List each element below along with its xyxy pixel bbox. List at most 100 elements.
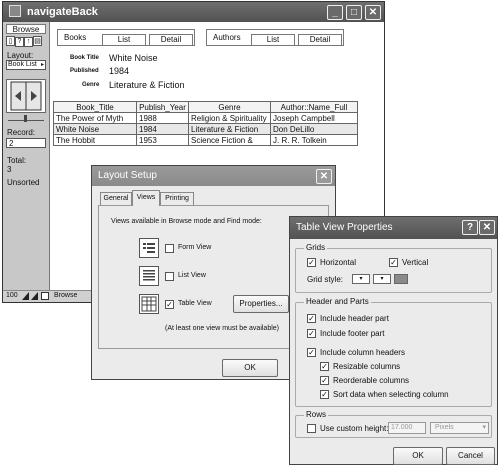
- app-icon: [9, 5, 21, 17]
- table-cell[interactable]: Literature & Fiction: [188, 123, 271, 135]
- table-row[interactable]: The Power of Myth 1988 Religion & Spirit…: [53, 112, 358, 124]
- layout-setup-title-bar[interactable]: Layout Setup ✕: [92, 166, 335, 186]
- table-view-properties-title-bar[interactable]: Table View Properties ? ✕: [290, 217, 497, 239]
- include-header-checkbox[interactable]: ✓: [307, 314, 316, 323]
- table-cell[interactable]: The Power of Myth: [53, 112, 137, 124]
- table-cell[interactable]: Religion & Spirituality: [188, 112, 271, 124]
- book-title-label: Book Title: [70, 55, 99, 61]
- mode-label[interactable]: Browse: [6, 24, 46, 34]
- line-style-dropdown[interactable]: ▾: [352, 274, 370, 284]
- browse-tool-icon[interactable]: ▯: [6, 36, 15, 46]
- form-view-icon: [139, 238, 159, 258]
- table-view-ok-button[interactable]: OK: [393, 447, 443, 465]
- maximize-button[interactable]: □: [346, 5, 362, 20]
- include-column-headers-label: Include column headers: [320, 348, 405, 357]
- authors-tab-title: Authors: [213, 33, 241, 42]
- table-cell[interactable]: Science Fiction &: [188, 134, 271, 146]
- tab-books-list[interactable]: List: [102, 34, 146, 46]
- sort-data-checkbox[interactable]: ✓: [320, 390, 329, 399]
- custom-height-checkbox[interactable]: [307, 424, 316, 433]
- layout-menu[interactable]: Book List ▸: [6, 60, 46, 70]
- bottom-mode-label[interactable]: Browse: [54, 292, 77, 299]
- zoom-level[interactable]: 100: [6, 292, 18, 299]
- grid-style-label: Grid style:: [307, 275, 344, 284]
- column-header[interactable]: Publish_Year: [136, 101, 189, 113]
- tab-authors-detail[interactable]: Detail: [298, 34, 342, 46]
- grids-group: Grids ✓ Horizontal ✓ Vertical Grid style…: [295, 243, 492, 293]
- table-view-cancel-button[interactable]: Cancel: [446, 447, 495, 465]
- table-row[interactable]: White Noise 1984 Literature & Fiction Do…: [53, 123, 358, 135]
- published-label: Published: [70, 68, 99, 74]
- chevron-down-icon: ▾: [380, 276, 384, 282]
- help-icon[interactable]: ?: [462, 220, 478, 235]
- book-icon: [10, 81, 42, 111]
- table-cell[interactable]: 1953: [136, 134, 189, 146]
- published-field[interactable]: 1984: [109, 66, 129, 76]
- table-cell[interactable]: 1984: [136, 123, 189, 135]
- vertical-grid-label: Vertical: [402, 258, 429, 267]
- preview-tool-icon[interactable]: ▤: [33, 36, 42, 46]
- layout-label: Layout:: [7, 51, 34, 60]
- record-slider[interactable]: [8, 115, 44, 122]
- authors-tab-panel: Authors List Detail: [206, 29, 344, 46]
- tab-general[interactable]: General: [100, 192, 132, 205]
- genre-field[interactable]: Literature & Fiction: [109, 80, 185, 90]
- table-view-icon: [139, 294, 159, 314]
- resizable-columns-checkbox[interactable]: ✓: [320, 362, 329, 371]
- include-header-label: Include header part: [320, 314, 389, 323]
- column-header[interactable]: Genre: [188, 101, 271, 113]
- table-cell[interactable]: Don DeLillo: [270, 123, 358, 135]
- include-column-headers-checkbox[interactable]: ✓: [307, 348, 316, 357]
- unit-dropdown-value: Pixels: [435, 424, 454, 431]
- grid-color-swatch[interactable]: [394, 274, 408, 284]
- horizontal-grid-checkbox[interactable]: ✓: [307, 258, 316, 267]
- main-title-bar[interactable]: navigateBack _ □ ✕: [3, 2, 384, 22]
- list-view-label: List View: [178, 272, 206, 279]
- table-cell[interactable]: Joseph Campbell: [270, 112, 358, 124]
- header-parts-group-title: Header and Parts: [304, 297, 371, 306]
- table-view-close-icon[interactable]: ✕: [479, 220, 495, 235]
- views-note: (At least one view must be available): [165, 325, 279, 332]
- table-cell[interactable]: The Hobbit: [53, 134, 137, 146]
- form-view-checkbox[interactable]: [165, 244, 174, 253]
- table-cell[interactable]: White Noise: [53, 123, 137, 135]
- column-header[interactable]: Book_Title: [53, 101, 137, 113]
- horizontal-grid-label: Horizontal: [320, 258, 357, 267]
- grids-group-title: Grids: [304, 243, 328, 252]
- custom-height-input[interactable]: 17.000: [388, 422, 426, 434]
- layout-tool-icon[interactable]: ↑: [24, 37, 33, 47]
- include-footer-checkbox[interactable]: ✓: [307, 329, 316, 338]
- table-row[interactable]: The Hobbit 1953 Science Fiction & J. R. …: [53, 134, 358, 146]
- book-navigator[interactable]: [6, 79, 46, 113]
- reorderable-columns-checkbox[interactable]: ✓: [320, 376, 329, 385]
- tab-printing[interactable]: Printing: [160, 192, 194, 205]
- column-header[interactable]: Author::Name_Full: [270, 101, 358, 113]
- book-title-field[interactable]: White Noise: [109, 53, 158, 63]
- unit-dropdown[interactable]: Pixels ▾: [430, 422, 489, 434]
- tab-authors-list[interactable]: List: [251, 34, 295, 46]
- status-area-toggle-icon[interactable]: [41, 292, 49, 300]
- slider-thumb[interactable]: [24, 115, 27, 122]
- table-cell[interactable]: J. R. R. Tolkein: [270, 134, 358, 146]
- record-number-input[interactable]: 2: [6, 138, 46, 148]
- pattern-dropdown[interactable]: ▾: [373, 274, 391, 284]
- layout-setup-title: Layout Setup: [98, 170, 157, 181]
- minimize-button[interactable]: _: [327, 5, 343, 20]
- tab-views[interactable]: Views: [132, 190, 160, 206]
- genre-label: Genre: [82, 82, 100, 88]
- chevron-down-icon: ▾: [359, 276, 363, 282]
- table-cell[interactable]: 1988: [136, 112, 189, 124]
- vertical-grid-checkbox[interactable]: ✓: [389, 258, 398, 267]
- properties-button[interactable]: Properties...: [233, 295, 289, 313]
- include-footer-label: Include footer part: [320, 329, 385, 338]
- find-tool-icon[interactable]: ?: [15, 37, 24, 47]
- layout-setup-ok-button[interactable]: OK: [222, 359, 278, 377]
- book-list-table: Book_Title Publish_Year Genre Author::Na…: [53, 101, 358, 146]
- tab-books-detail[interactable]: Detail: [149, 34, 193, 46]
- layout-setup-close-icon[interactable]: ✕: [316, 169, 332, 184]
- table-view-checkbox[interactable]: ✓: [165, 300, 174, 309]
- zoom-out-icon[interactable]: [22, 292, 29, 300]
- zoom-in-icon[interactable]: [31, 292, 38, 300]
- list-view-checkbox[interactable]: [165, 272, 174, 281]
- close-button[interactable]: ✕: [365, 5, 381, 20]
